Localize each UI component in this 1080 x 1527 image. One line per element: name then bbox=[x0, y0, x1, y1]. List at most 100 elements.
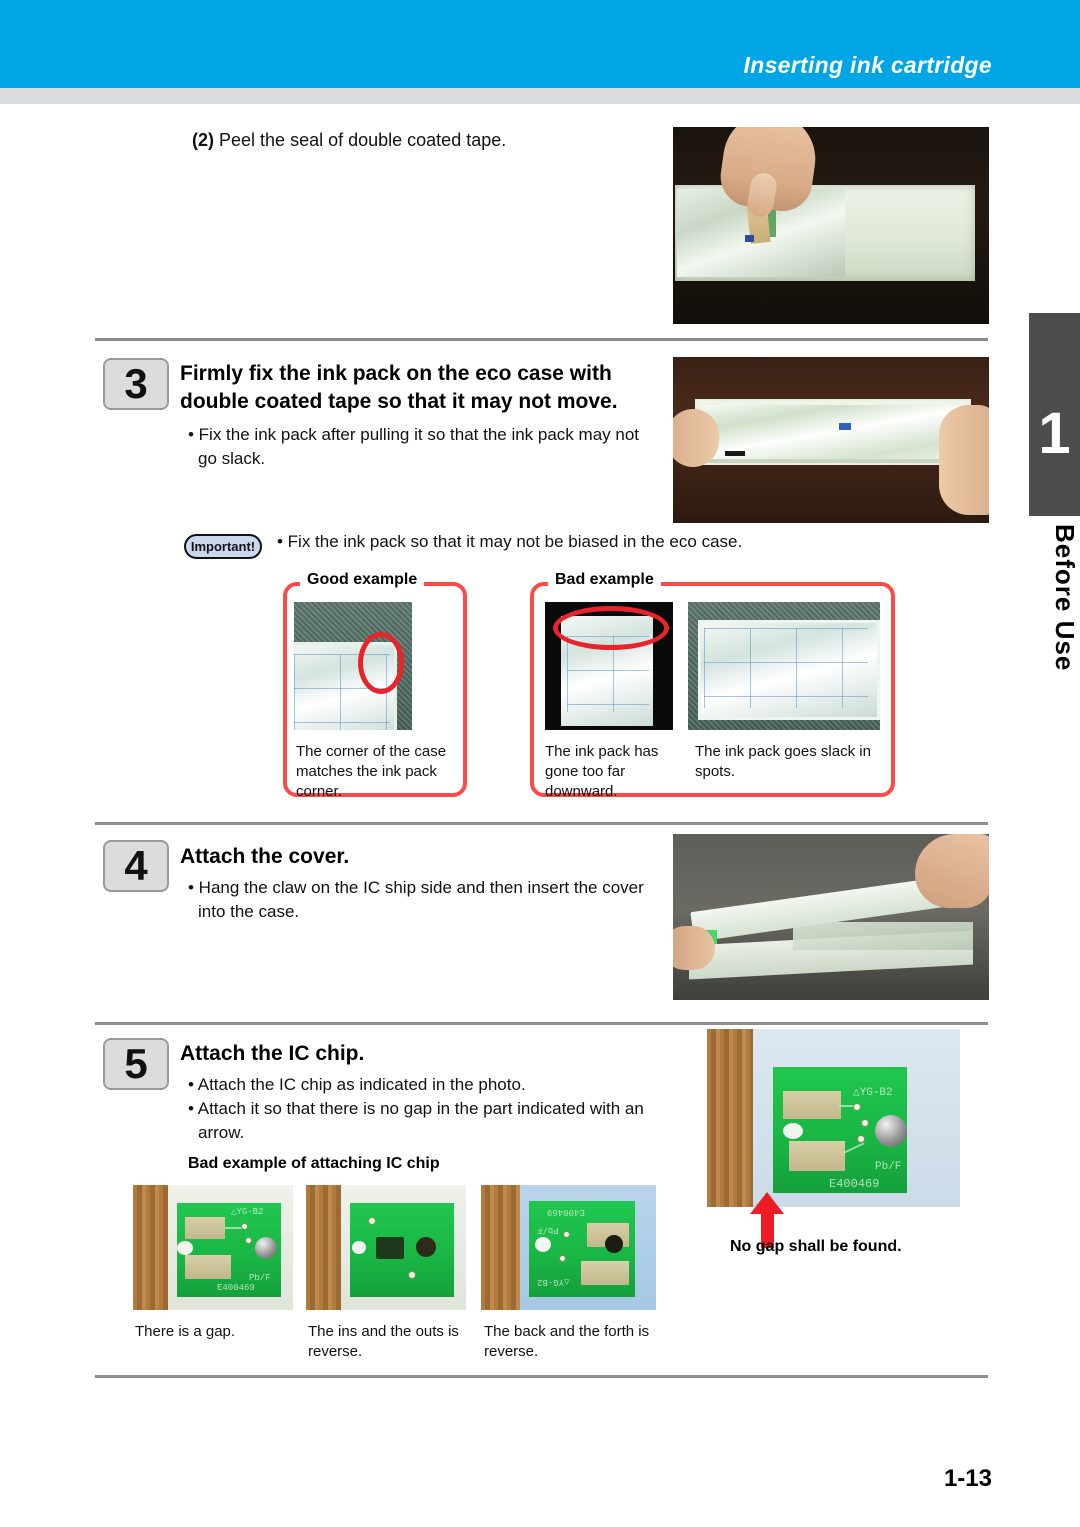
important-badge-label: Important! bbox=[190, 539, 256, 554]
contact-pad bbox=[789, 1141, 845, 1171]
good-example-label: Good example bbox=[300, 571, 425, 589]
chip-marking-model: △YG-B2 bbox=[853, 1087, 893, 1099]
caption-line-3: corner. bbox=[296, 783, 342, 800]
caption-line-3: downward. bbox=[545, 783, 618, 800]
step-number-5: 5 bbox=[124, 1040, 148, 1087]
bad-example-photo-1 bbox=[545, 602, 673, 730]
footer-divider bbox=[95, 1375, 988, 1378]
step2-text: (2) Peel the seal of double coated tape. bbox=[192, 128, 506, 153]
ic-bad-example-photo-1: △YG-B2 Pb/F E400469 bbox=[133, 1185, 293, 1310]
grid-lines bbox=[704, 628, 868, 708]
header-strip bbox=[0, 88, 1080, 104]
mount-hole bbox=[352, 1241, 366, 1254]
photo-peel-seal bbox=[673, 127, 989, 324]
caption-line-1: There is a gap. bbox=[135, 1323, 236, 1340]
ic-bad-example-photo-3: E400469 Pb/F △YG-B2 bbox=[481, 1185, 656, 1310]
chip-marking-serial: E400469 bbox=[547, 1207, 585, 1217]
contact-pad bbox=[581, 1261, 629, 1285]
chip-marking-pbf: Pb/F bbox=[537, 1225, 559, 1235]
step3-title-line1: Firmly fix the ink pack on the eco case … bbox=[180, 362, 612, 385]
step5-title: Attach the IC chip. bbox=[180, 1042, 365, 1065]
step4-bullet-line1: • Hang the claw on the IC ship side and … bbox=[188, 878, 644, 897]
right-hand bbox=[939, 405, 989, 515]
black-marker bbox=[725, 451, 745, 456]
step5-bullet-1: • Attach the IC chip as indicated in the… bbox=[188, 1075, 526, 1094]
side-tab-label: Before Use bbox=[1050, 524, 1080, 672]
highlight-ellipse bbox=[358, 632, 404, 694]
step3-bullet-line1: • Fix the ink pack after pulling it so t… bbox=[188, 425, 640, 444]
bad-example-ic-heading: Bad example of attaching IC chip bbox=[188, 1155, 440, 1172]
section-divider bbox=[95, 822, 988, 825]
side-tab-number: 1 bbox=[1038, 401, 1071, 466]
bad-example-caption-2: The ink pack goes slack in spots. bbox=[695, 742, 885, 782]
good-example-caption: The corner of the case matches the ink p… bbox=[296, 742, 456, 802]
ic-bad-example-photo-2 bbox=[306, 1185, 466, 1310]
ic-bad-caption-2: The ins and the outs is reverse. bbox=[308, 1322, 473, 1362]
no-gap-note: No gap shall be found. bbox=[730, 1238, 902, 1255]
via bbox=[563, 1231, 570, 1238]
chip-marking-model: △YG-B2 bbox=[231, 1207, 264, 1217]
caption-line-1: The ink pack goes slack in bbox=[695, 743, 871, 760]
rivet bbox=[255, 1237, 277, 1259]
step-number-4: 4 bbox=[124, 842, 148, 889]
chip-marking-model: △YG-B2 bbox=[537, 1277, 570, 1287]
step-badge-4: 4 bbox=[103, 840, 169, 892]
step-badge-3: 3 bbox=[103, 358, 169, 410]
rivet bbox=[875, 1115, 907, 1147]
step5-bullet-2-line1: • Attach it so that there is no gap in t… bbox=[188, 1099, 644, 1118]
callout-arrow-head bbox=[750, 1192, 784, 1214]
via bbox=[241, 1223, 248, 1230]
via bbox=[368, 1217, 376, 1225]
highlight-ellipse bbox=[553, 606, 669, 650]
via bbox=[857, 1135, 865, 1143]
caption-line-1: The ink pack has bbox=[545, 743, 659, 760]
caption-line-2: spots. bbox=[695, 763, 736, 780]
step4-title: Attach the cover. bbox=[180, 845, 350, 868]
page-title: Inserting ink cartridge bbox=[743, 52, 992, 78]
contact-pad bbox=[185, 1217, 225, 1239]
blue-marker bbox=[839, 423, 851, 430]
section-divider bbox=[95, 1022, 988, 1025]
chip-marking-serial: E400469 bbox=[217, 1283, 255, 1293]
mount-hole bbox=[535, 1237, 551, 1252]
ic-bad-caption-3: The back and the forth is reverse. bbox=[484, 1322, 659, 1362]
via bbox=[245, 1237, 252, 1244]
ic-bad-caption-1: There is a gap. bbox=[135, 1322, 295, 1342]
page-number: 1-13 bbox=[943, 1465, 992, 1492]
side-tab-chapter: 1 bbox=[1029, 313, 1080, 516]
photo-attach-cover bbox=[673, 834, 989, 1000]
step3-bullet-line2: go slack. bbox=[198, 449, 266, 468]
good-example-photo bbox=[294, 602, 412, 730]
contact-pad bbox=[185, 1255, 231, 1279]
left-hand bbox=[673, 409, 719, 467]
bad-example-label: Bad example bbox=[548, 571, 661, 589]
rivet-hole bbox=[605, 1235, 623, 1253]
caption-line-2: reverse. bbox=[484, 1343, 539, 1360]
ic-good-example-photo: △YG-B2 Pb/F E400469 bbox=[707, 1029, 960, 1207]
ink-pack bbox=[793, 922, 973, 950]
via bbox=[853, 1103, 861, 1111]
bad-example-caption-1: The ink pack has gone too far downward. bbox=[545, 742, 685, 802]
step-badge-5: 5 bbox=[103, 1038, 169, 1090]
step2-marker: (2) bbox=[192, 130, 214, 150]
right-hand bbox=[915, 834, 989, 908]
contact-pad bbox=[783, 1091, 841, 1119]
via bbox=[408, 1271, 416, 1279]
step2-label: Peel the seal of double coated tape. bbox=[219, 130, 507, 150]
important-badge: Important! bbox=[184, 534, 262, 559]
blue-marker bbox=[745, 235, 754, 242]
via bbox=[861, 1119, 869, 1127]
mount-hole bbox=[783, 1123, 803, 1139]
caption-line-1: The back and the forth is bbox=[484, 1323, 650, 1340]
important-text: • Fix the ink pack so that it may not be… bbox=[277, 532, 743, 551]
chip-marking-serial: E400469 bbox=[829, 1177, 880, 1191]
via bbox=[559, 1255, 566, 1262]
photo-fix-ink-pack bbox=[673, 357, 989, 523]
section-divider bbox=[95, 338, 988, 341]
smd-component bbox=[376, 1237, 404, 1259]
caption-line-2: gone too far bbox=[545, 763, 626, 780]
chip-marking-pbf: Pb/F bbox=[249, 1273, 271, 1283]
chip-marking-pbf: Pb/F bbox=[875, 1161, 902, 1173]
step-number-3: 3 bbox=[124, 360, 148, 407]
mount-hole bbox=[177, 1241, 193, 1255]
